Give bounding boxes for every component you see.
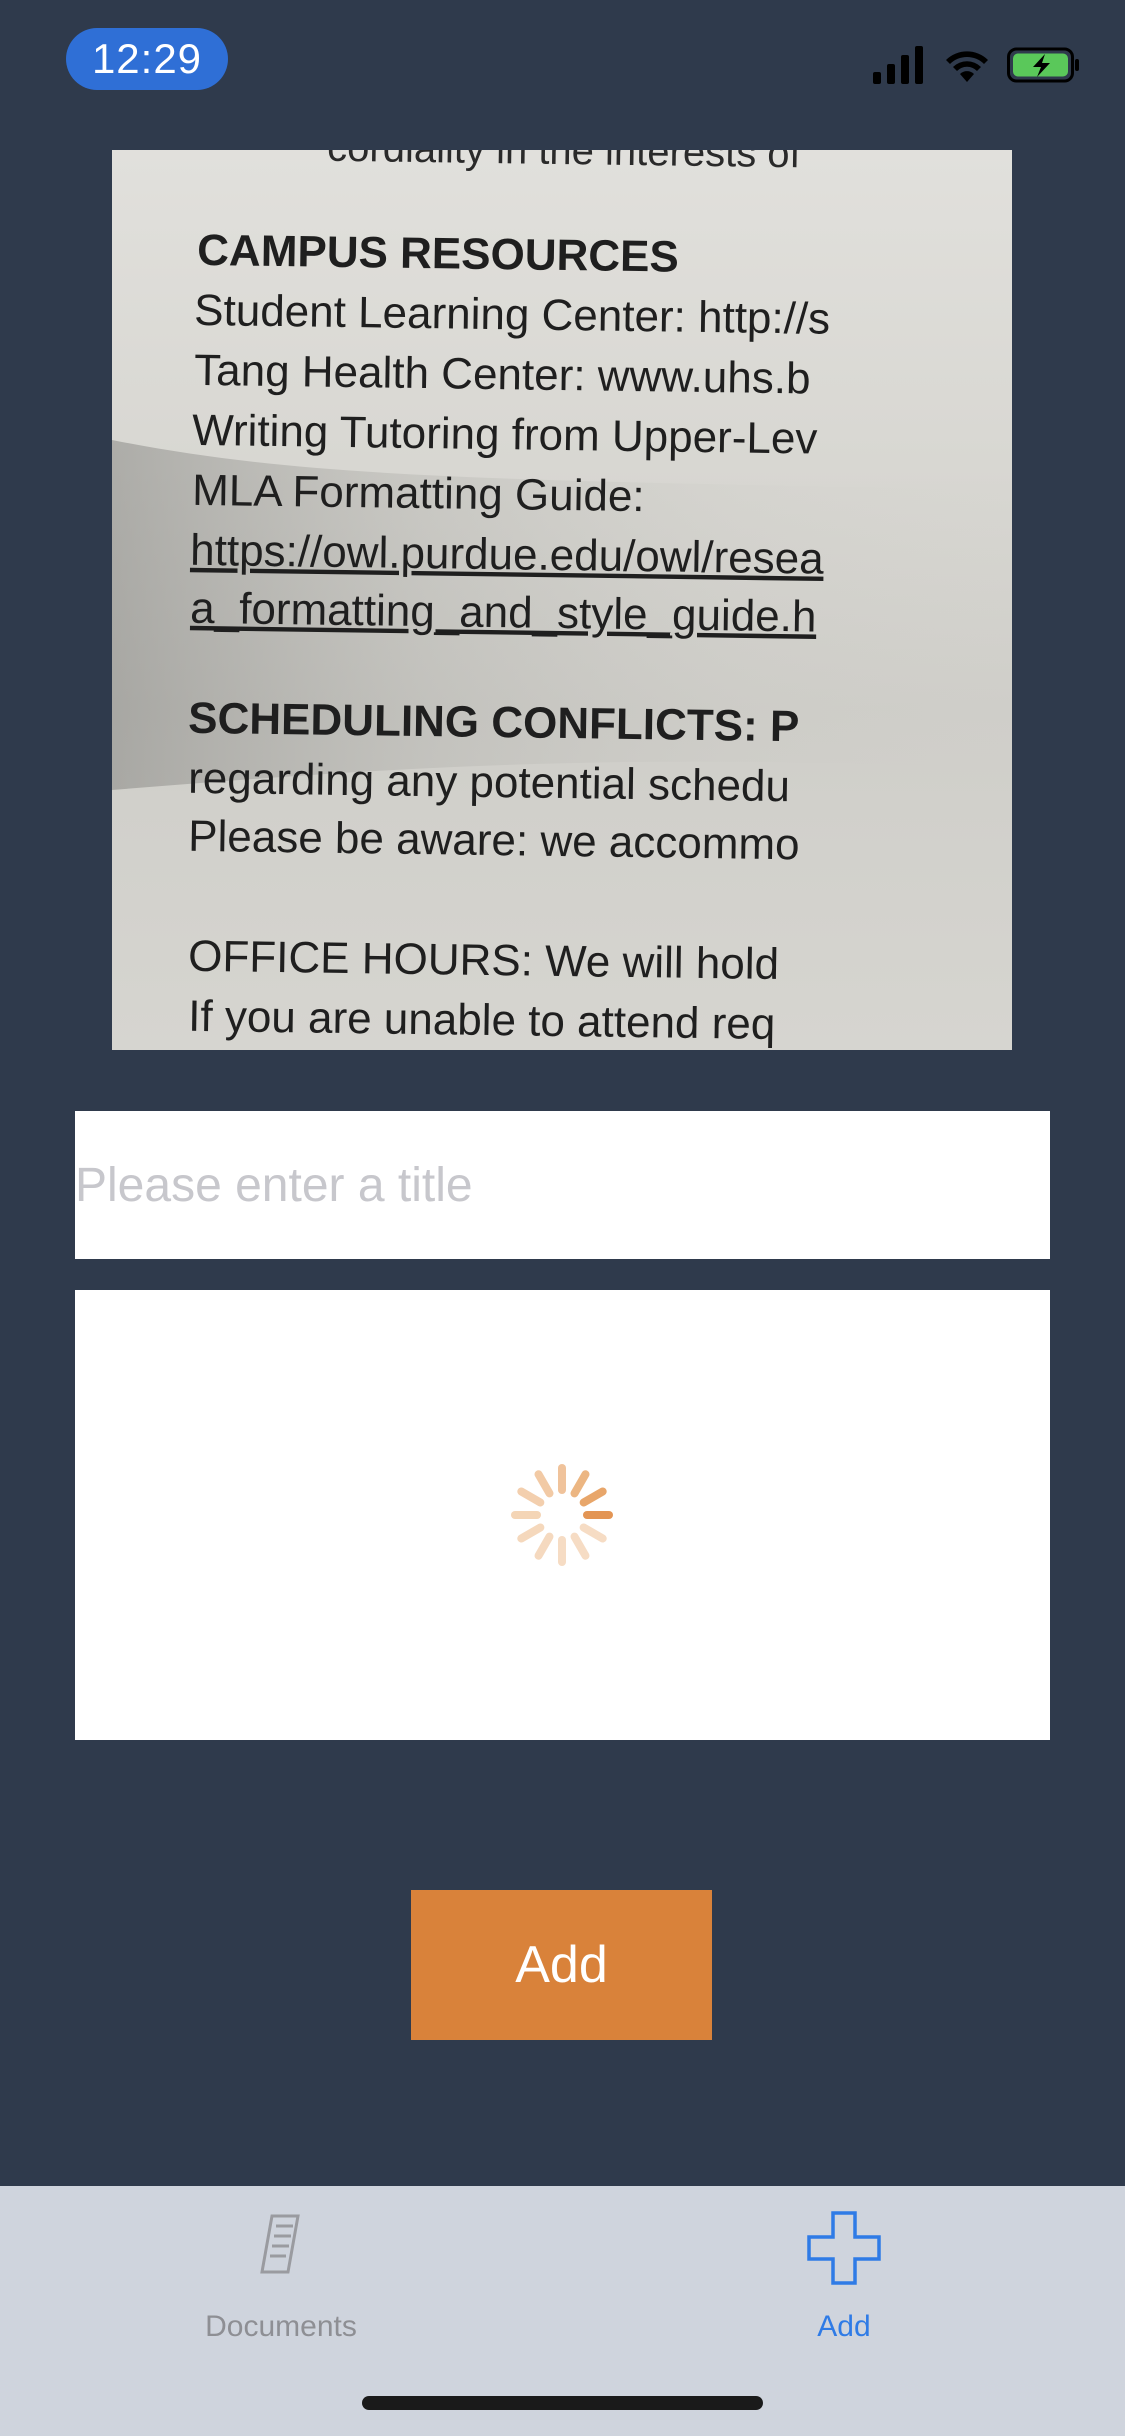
tab-add[interactable]: Add: [563, 2186, 1125, 2366]
wifi-icon: [946, 51, 988, 82]
scan-line-5: MLA Formatting Guide:: [192, 466, 645, 521]
scan-line-12: If you are unable to attend req: [188, 992, 776, 1049]
status-bar: 12:29: [0, 0, 1125, 120]
screen: 12:29 cordiality in the interests of CAM…: [0, 0, 1125, 2436]
scan-line-1: CAMPUS RESOURCES: [197, 226, 679, 282]
scan-line-8: SCHEDULING CONFLICTS: P: [188, 694, 800, 752]
scan-line-3: Tang Health Center: www.uhs.b: [194, 346, 811, 404]
scan-line-6: https://owl.purdue.edu/owl/resea: [190, 526, 825, 584]
battery-charging-icon: [1007, 47, 1079, 83]
document-text-area[interactable]: [75, 1290, 1050, 1740]
tab-documents-label: Documents: [205, 2310, 357, 2343]
scan-line-9: regarding any potential schedu: [188, 754, 790, 811]
status-time: 12:29: [66, 28, 228, 90]
scan-line-7: a_formatting_and_style_guide.h: [190, 584, 817, 642]
cellular-signal-icon: [873, 46, 923, 84]
add-button[interactable]: Add: [411, 1890, 712, 2040]
title-input[interactable]: [75, 1111, 1050, 1259]
scan-line-10: Please be aware: we accommo: [188, 812, 800, 870]
tab-add-label: Add: [817, 2310, 871, 2343]
document-scan-icon: [260, 2214, 300, 2274]
scan-line-2: Student Learning Center: http://s: [194, 286, 831, 344]
scan-line-11: OFFICE HOURS: We will hold: [188, 932, 779, 989]
scanned-document-image: cordiality in the interests of CAMPUS RE…: [112, 150, 1012, 1050]
tab-documents[interactable]: Documents: [0, 2186, 562, 2366]
status-icons: [873, 46, 1083, 90]
scan-line-4: Writing Tutoring from Upper-Lev: [192, 406, 818, 464]
plus-icon: [807, 2211, 881, 2285]
home-indicator: [362, 2396, 763, 2410]
loading-spinner-icon: [511, 1464, 613, 1566]
tab-bar: Documents Add: [0, 2186, 1125, 2436]
